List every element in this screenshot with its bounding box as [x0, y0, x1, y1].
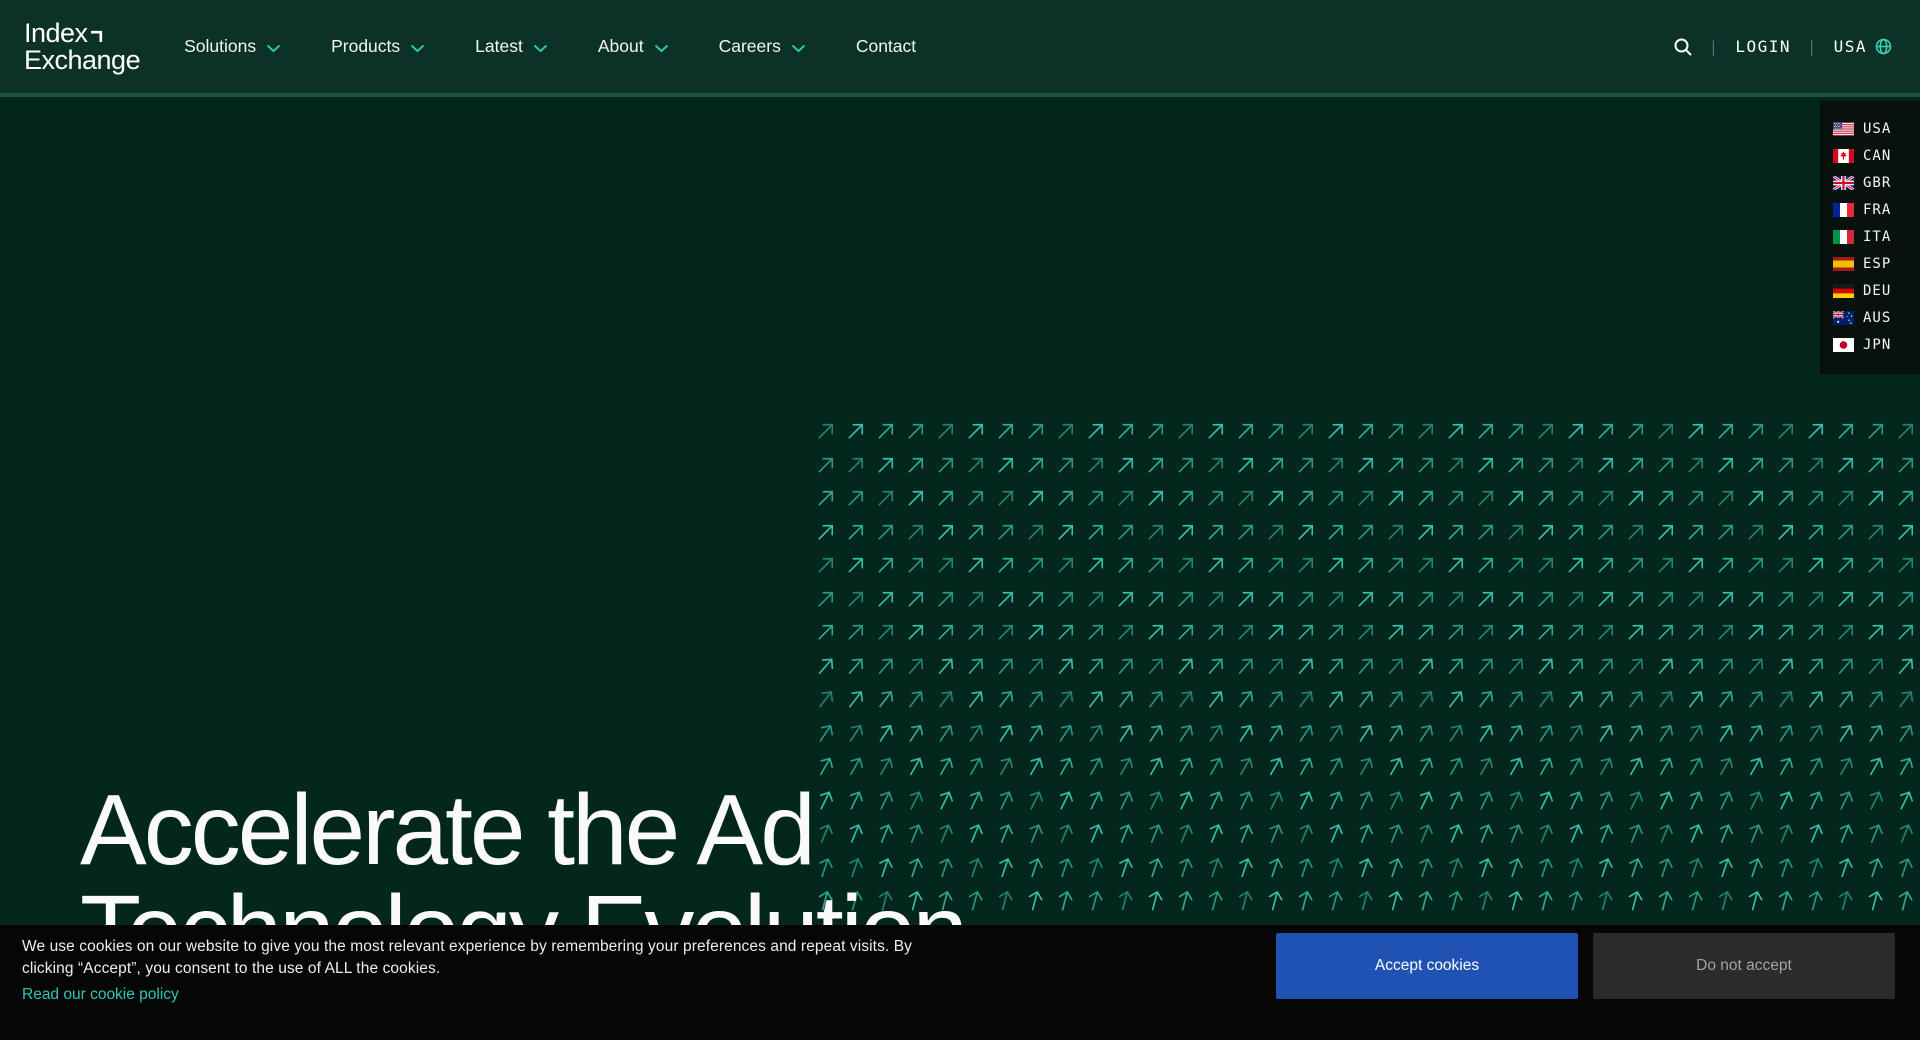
flag-fra-icon	[1833, 203, 1854, 217]
accept-cookies-button[interactable]: Accept cookies	[1276, 933, 1578, 999]
region-menu: USA CAN GBR FRA ITA ESP DEU AUS JPN	[1820, 101, 1920, 374]
flag-can-icon	[1833, 149, 1854, 163]
region-code: ITA	[1863, 229, 1891, 245]
region-option-usa[interactable]: USA	[1820, 115, 1920, 142]
nav-label: Latest	[475, 36, 523, 57]
region-option-deu[interactable]: DEU	[1820, 277, 1920, 304]
nav-label: About	[598, 36, 644, 57]
region-code: GBR	[1863, 175, 1891, 191]
region-code: FRA	[1863, 202, 1891, 218]
main-nav: Solutions Products Latest About Careers …	[184, 36, 916, 57]
nav-item-products[interactable]: Products	[331, 36, 425, 57]
region-code: USA	[1863, 121, 1891, 137]
region-option-aus[interactable]: AUS	[1820, 304, 1920, 331]
nav-label: Solutions	[184, 36, 256, 57]
nav-label: Contact	[856, 36, 916, 57]
arrow-up-right-pattern	[815, 419, 1920, 971]
region-option-can[interactable]: CAN	[1820, 142, 1920, 169]
chevron-down-icon	[533, 44, 548, 53]
flag-ita-icon	[1833, 230, 1854, 244]
region-code: AUS	[1863, 310, 1891, 326]
site-header: Index Exchange Solutions Products Latest…	[0, 0, 1920, 97]
flag-esp-icon	[1833, 257, 1854, 271]
region-option-fra[interactable]: FRA	[1820, 196, 1920, 223]
logo-text-line1: Index	[24, 20, 88, 46]
region-option-gbr[interactable]: GBR	[1820, 169, 1920, 196]
chevron-down-icon	[791, 44, 806, 53]
separator: |	[1807, 38, 1818, 56]
logo-text-line2: Exchange	[24, 47, 140, 73]
flag-gbr-icon	[1833, 176, 1854, 190]
search-icon[interactable]	[1673, 37, 1693, 57]
chevron-down-icon	[410, 44, 425, 53]
region-selector[interactable]: USA	[1834, 37, 1892, 56]
region-option-esp[interactable]: ESP	[1820, 250, 1920, 277]
header-actions: | LOGIN | USA	[1673, 37, 1892, 57]
cookie-message: We use cookies on our website to give yo…	[22, 936, 917, 979]
nav-item-about[interactable]: About	[598, 36, 669, 57]
region-label: USA	[1834, 37, 1867, 56]
flag-aus-icon	[1833, 311, 1854, 325]
region-code: DEU	[1863, 283, 1891, 299]
hero-section: Accelerate the Ad Technology Evolution	[0, 101, 1920, 1040]
logo[interactable]: Index Exchange	[24, 20, 140, 73]
nav-item-solutions[interactable]: Solutions	[184, 36, 281, 57]
region-code: CAN	[1863, 148, 1891, 164]
flag-jpn-icon	[1833, 338, 1854, 352]
nav-label: Products	[331, 36, 400, 57]
login-link[interactable]: LOGIN	[1735, 37, 1791, 56]
nav-item-contact[interactable]: Contact	[856, 36, 916, 57]
flag-usa-icon	[1833, 122, 1854, 136]
separator: |	[1709, 38, 1720, 56]
flag-deu-icon	[1833, 284, 1854, 298]
nav-item-latest[interactable]: Latest	[475, 36, 548, 57]
region-code: JPN	[1863, 337, 1891, 353]
decline-cookies-button[interactable]: Do not accept	[1593, 933, 1895, 999]
region-option-ita[interactable]: ITA	[1820, 223, 1920, 250]
cookie-banner: We use cookies on our website to give yo…	[0, 925, 1920, 1040]
region-code: ESP	[1863, 256, 1891, 272]
chevron-down-icon	[266, 44, 281, 53]
corner-arrow-icon	[90, 21, 103, 47]
nav-item-careers[interactable]: Careers	[719, 36, 806, 57]
nav-label: Careers	[719, 36, 781, 57]
hero-heading-line1: Accelerate the Ad	[80, 780, 965, 881]
cookie-policy-link[interactable]: Read our cookie policy	[22, 986, 179, 1004]
chevron-down-icon	[654, 44, 669, 53]
globe-icon	[1875, 38, 1892, 55]
region-option-jpn[interactable]: JPN	[1820, 331, 1920, 358]
